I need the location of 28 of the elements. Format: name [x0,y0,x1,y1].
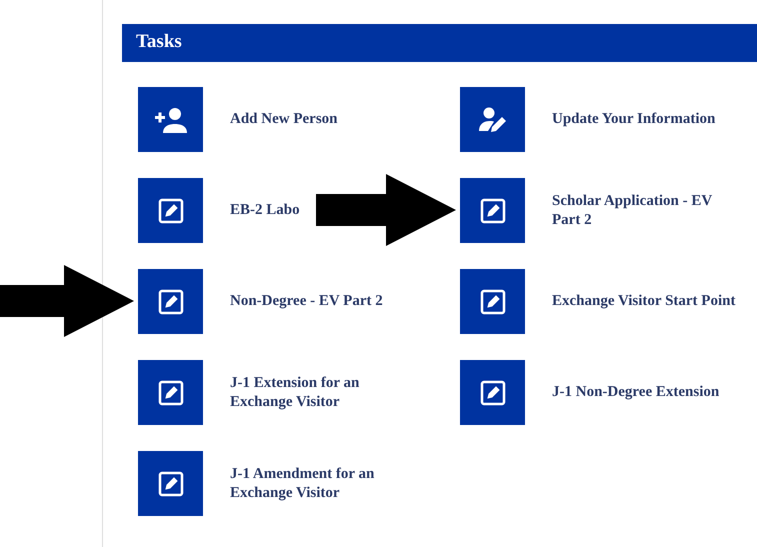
edit-icon [158,470,184,496]
edit-icon [158,288,184,314]
task-tile-button[interactable] [460,360,525,425]
edit-icon [480,198,506,224]
task-link[interactable]: EB-2 Labo [230,201,300,220]
add-person-icon [154,106,186,132]
task-link[interactable]: Update Your Information [552,110,716,129]
task-tile-button[interactable] [460,269,525,334]
edit-icon [158,380,184,406]
task-tile-button[interactable] [460,87,525,152]
task-link[interactable]: J-1 Amendment for an Exchange Visitor [230,464,416,502]
task-tile-button[interactable] [138,451,203,516]
task-link[interactable]: Exchange Visitor Start Point [552,292,736,311]
edit-icon [158,198,184,224]
task-link[interactable]: J-1 Extension for an Exchange Visitor [230,374,416,412]
task-link[interactable]: J-1 Non-Degree Extension [552,383,720,402]
task-link[interactable]: Add New Person [230,110,338,129]
task-tile-button[interactable] [460,178,525,243]
task-link[interactable]: Non-Degree - EV Part 2 [230,292,383,311]
task-link[interactable]: Scholar Application - EV Part 2 [552,192,738,230]
task-tile-button[interactable] [138,360,203,425]
panel-header: Tasks [122,24,757,62]
task-tile-button[interactable] [138,178,203,243]
task-tile-button[interactable] [138,269,203,334]
edit-icon [480,380,506,406]
task-tile-button[interactable] [138,87,203,152]
edit-icon [480,288,506,314]
user-edit-icon [478,106,506,132]
